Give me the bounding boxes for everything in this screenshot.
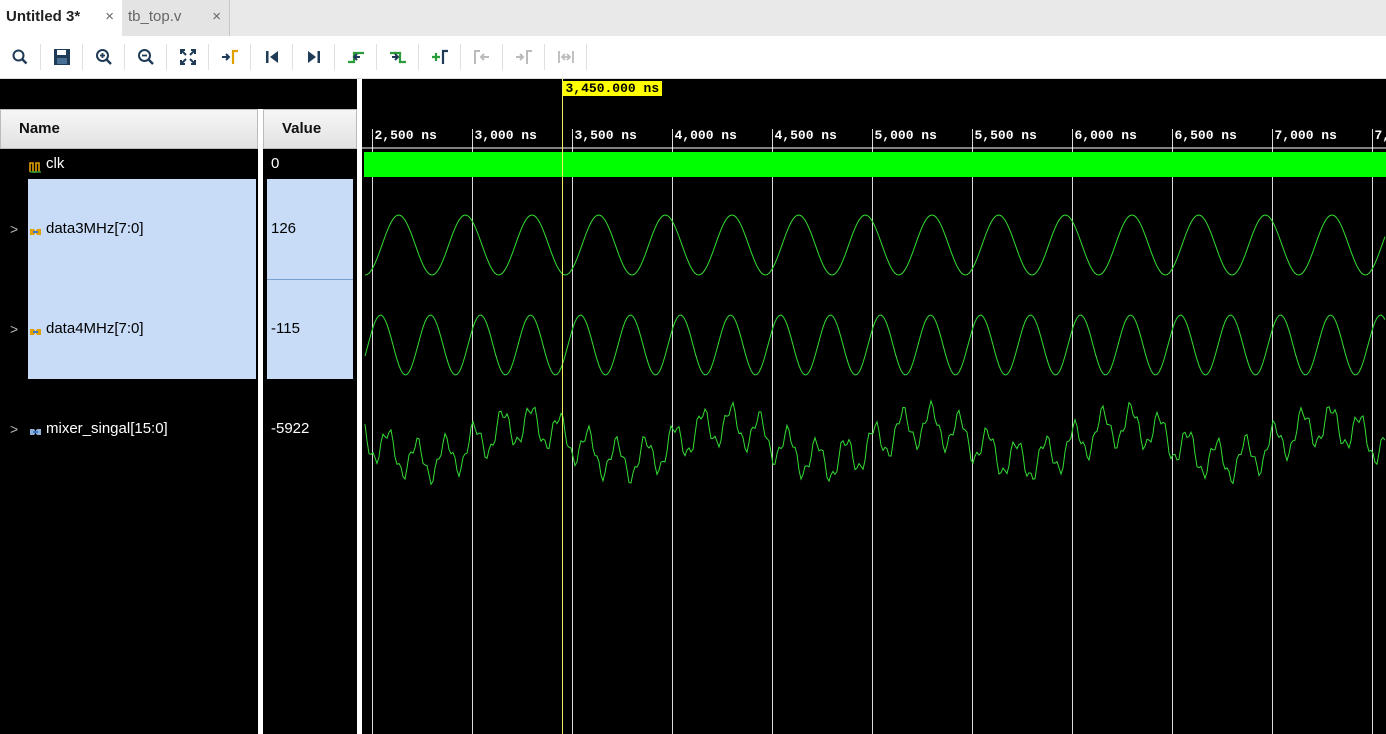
tab-untitled-3[interactable]: Untitled 3* ×: [0, 0, 122, 36]
toolbar-separator: [166, 44, 167, 70]
clk-waveform: [365, 152, 1386, 177]
next-transition-icon[interactable]: [387, 46, 409, 68]
name-column-header[interactable]: Name: [0, 109, 258, 149]
time-tick-label: 7,: [1374, 128, 1386, 143]
time-tick-label: 7,000 ns: [1274, 128, 1337, 143]
expand-chevron-icon[interactable]: >: [10, 218, 18, 240]
add-marker-icon[interactable]: [429, 46, 451, 68]
previous-marker-icon: [471, 46, 493, 68]
go-to-last-time-icon[interactable]: [303, 46, 325, 68]
time-tick-label: 6,000 ns: [1074, 128, 1137, 143]
time-tick-label: 4,500 ns: [774, 128, 837, 143]
signal-row-data4mhz[interactable]: > data4MHz[7:0]: [0, 318, 256, 340]
save-icon[interactable]: [51, 46, 73, 68]
signal-name: data3MHz[7:0]: [46, 220, 144, 237]
waveform-toolbar: [0, 36, 1386, 79]
expand-chevron-icon[interactable]: >: [10, 318, 18, 340]
tab-bar: Untitled 3* × tb_top.v ×: [0, 0, 1386, 36]
tab-label: Untitled 3*: [6, 8, 81, 25]
data4mhz-waveform: [364, 314, 1386, 376]
bit-signal-icon: [29, 158, 42, 173]
signal-value-data3mhz: 126: [271, 220, 297, 237]
waveform-viewer[interactable]: 2,500 ns 3,000 ns 3,500 ns 4,000 ns 4,500 ns…: [362, 79, 1386, 734]
panel-top-strip: [0, 79, 357, 109]
signal-value-data4mhz: -115: [271, 320, 300, 337]
zoom-out-icon[interactable]: [135, 46, 157, 68]
bus-signal-icon: [29, 323, 42, 335]
toolbar-separator: [250, 44, 251, 70]
close-icon[interactable]: ×: [105, 0, 114, 34]
toolbar-separator: [292, 44, 293, 70]
toolbar-separator: [376, 44, 377, 70]
toolbar-separator: [502, 44, 503, 70]
time-tick-label: 3,000 ns: [474, 128, 537, 143]
time-tick-label: 5,500 ns: [974, 128, 1037, 143]
search-icon[interactable]: [9, 46, 31, 68]
previous-transition-icon[interactable]: [345, 46, 367, 68]
go-to-cursor-icon[interactable]: [219, 46, 241, 68]
toolbar-separator: [40, 44, 41, 70]
toolbar-separator: [544, 44, 545, 70]
tab-label: tb_top.v: [128, 8, 182, 25]
toolbar-separator: [334, 44, 335, 70]
selection-row-separator: [267, 279, 353, 280]
time-tick-label: 4,000 ns: [674, 128, 737, 143]
go-to-time-zero-icon[interactable]: [261, 46, 283, 68]
close-icon[interactable]: ×: [212, 0, 221, 34]
expand-chevron-icon[interactable]: >: [10, 418, 18, 440]
signal-value-clk: 0: [271, 155, 280, 172]
signal-row-data3mhz[interactable]: > data3MHz[7:0]: [0, 218, 256, 240]
swap-cursors-icon: [555, 46, 577, 68]
signal-row-clk[interactable]: clk: [0, 153, 256, 175]
toolbar-separator: [460, 44, 461, 70]
time-tick-label: 6,500 ns: [1174, 128, 1237, 143]
signal-name: data4MHz[7:0]: [46, 320, 144, 337]
toolbar-separator: [208, 44, 209, 70]
tab-tb-top[interactable]: tb_top.v ×: [122, 0, 230, 36]
time-tick-label: 2,500 ns: [374, 128, 437, 143]
toolbar-separator: [418, 44, 419, 70]
waveform-canvas[interactable]: [362, 79, 1386, 734]
toolbar-separator: [82, 44, 83, 70]
selection-highlight-names: [28, 179, 256, 379]
bus-signal-icon: [29, 223, 42, 235]
data3mhz-waveform: [364, 214, 1386, 276]
zoom-in-icon[interactable]: [93, 46, 115, 68]
time-tick-label: 5,000 ns: [874, 128, 937, 143]
mixer-singal-waveform: [364, 399, 1386, 486]
signal-name: clk: [46, 155, 65, 172]
value-column-header[interactable]: Value: [263, 109, 357, 149]
signal-value-mixer-singal: -5922: [271, 420, 310, 437]
column-divider[interactable]: [258, 109, 263, 734]
cursor-time-label[interactable]: 3,450.000 ns: [562, 81, 663, 96]
next-marker-icon: [513, 46, 535, 68]
signal-row-mixer-singal[interactable]: > mixer_singal[15:0]: [0, 418, 256, 440]
bus-signal-icon: [29, 423, 42, 435]
signal-name: mixer_singal[15:0]: [46, 420, 168, 437]
toolbar-separator: [124, 44, 125, 70]
zoom-fit-icon[interactable]: [177, 46, 199, 68]
toolbar-separator: [586, 44, 587, 70]
time-tick-label: 3,500 ns: [574, 128, 637, 143]
